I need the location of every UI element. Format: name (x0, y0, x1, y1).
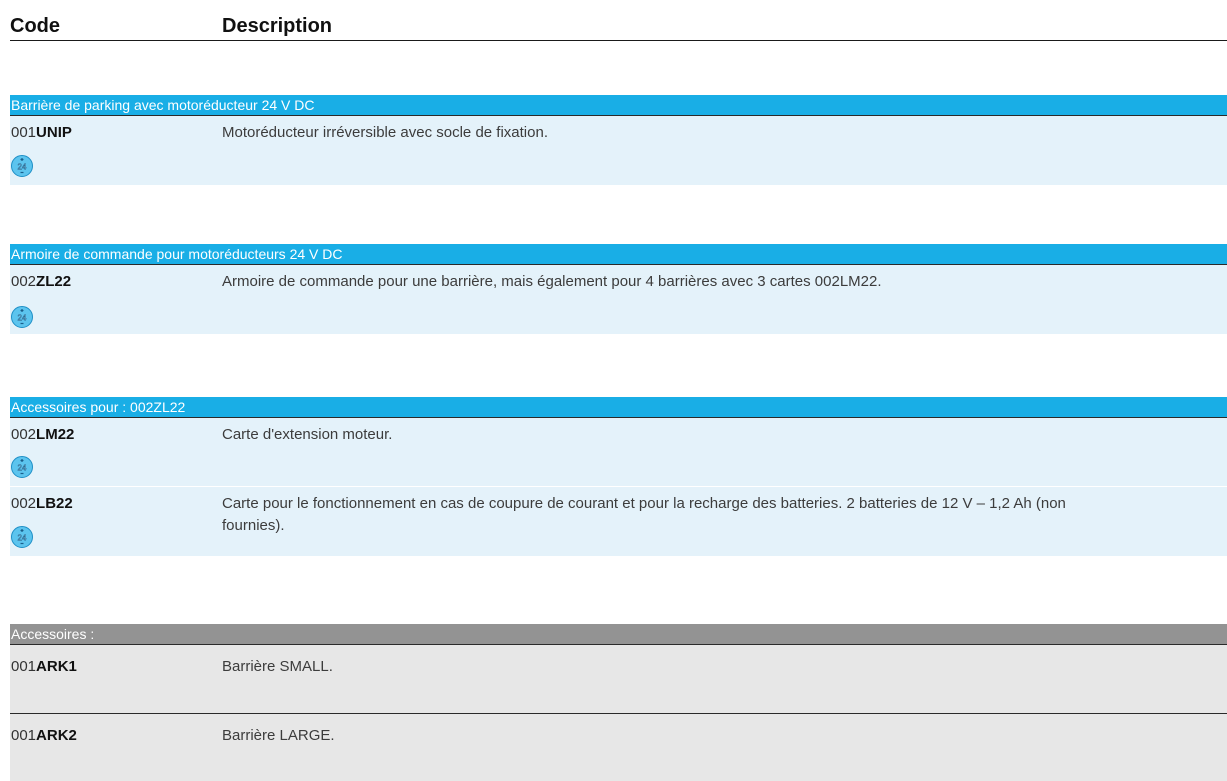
table-row: 002ZL22 24 Armoire de commande pour une … (10, 264, 1227, 334)
table-row: 002LM22 24 Carte d'extension moteur. (10, 417, 1227, 486)
product-code: 002ZL22 (11, 273, 71, 290)
table-row: 001UNIP 24 Motoréducteur irréversible av… (10, 115, 1227, 185)
product-code: 002LB22 (11, 495, 73, 512)
code-prefix: 002 (11, 495, 37, 512)
product-code: 001UNIP (11, 124, 72, 141)
table-row: 001ARK1 Barrière SMALL. (10, 644, 1227, 713)
product-code: 002LM22 (11, 426, 74, 443)
code-prefix: 001 (11, 727, 37, 744)
code-prefix: 002 (11, 273, 37, 290)
table-row: 001ARK2 Barrière LARGE. (10, 713, 1227, 781)
product-description: Armoire de commande pour une barrière, m… (222, 273, 882, 290)
product-description: Barrière SMALL. (222, 658, 333, 675)
section-title: Armoire de commande pour motoréducteurs … (10, 244, 1227, 264)
code-suffix: UNIP (36, 124, 72, 141)
code-suffix: LM22 (36, 426, 75, 443)
column-header-description: Description (222, 15, 333, 37)
code-suffix: ZL22 (36, 273, 72, 290)
24v-dc-icon: 24 (11, 155, 33, 177)
product-code: 001ARK2 (11, 727, 77, 744)
badge-label: 24 (18, 464, 27, 473)
code-prefix: 002 (11, 426, 37, 443)
product-description: Motoréducteur irréversible avec socle de… (222, 124, 548, 141)
code-suffix: ARK2 (36, 727, 77, 744)
section-title: Accessoires : (10, 624, 1227, 644)
badge-label: 24 (18, 534, 27, 543)
table-header: Code Description (10, 15, 1227, 41)
section-title: Accessoires pour : 002ZL22 (10, 397, 1227, 417)
code-prefix: 001 (11, 658, 37, 675)
badge-label: 24 (18, 163, 27, 172)
table-row: 002LB22 24 Carte pour le fonctionnement … (10, 486, 1227, 556)
24v-dc-icon: 24 (11, 306, 33, 328)
badge-label: 24 (18, 314, 27, 323)
product-code: 001ARK1 (11, 658, 77, 675)
code-suffix: LB22 (36, 495, 73, 512)
24v-dc-icon: 24 (11, 456, 33, 478)
code-prefix: 001 (11, 124, 37, 141)
product-description: Barrière LARGE. (222, 727, 335, 744)
product-description: Carte pour le fonctionnement en cas de c… (222, 495, 1066, 534)
column-header-code: Code (10, 15, 60, 37)
product-description: Carte d'extension moteur. (222, 426, 393, 443)
code-suffix: ARK1 (36, 658, 77, 675)
24v-dc-icon: 24 (11, 526, 33, 548)
section-title: Barrière de parking avec motoréducteur 2… (10, 95, 1227, 115)
